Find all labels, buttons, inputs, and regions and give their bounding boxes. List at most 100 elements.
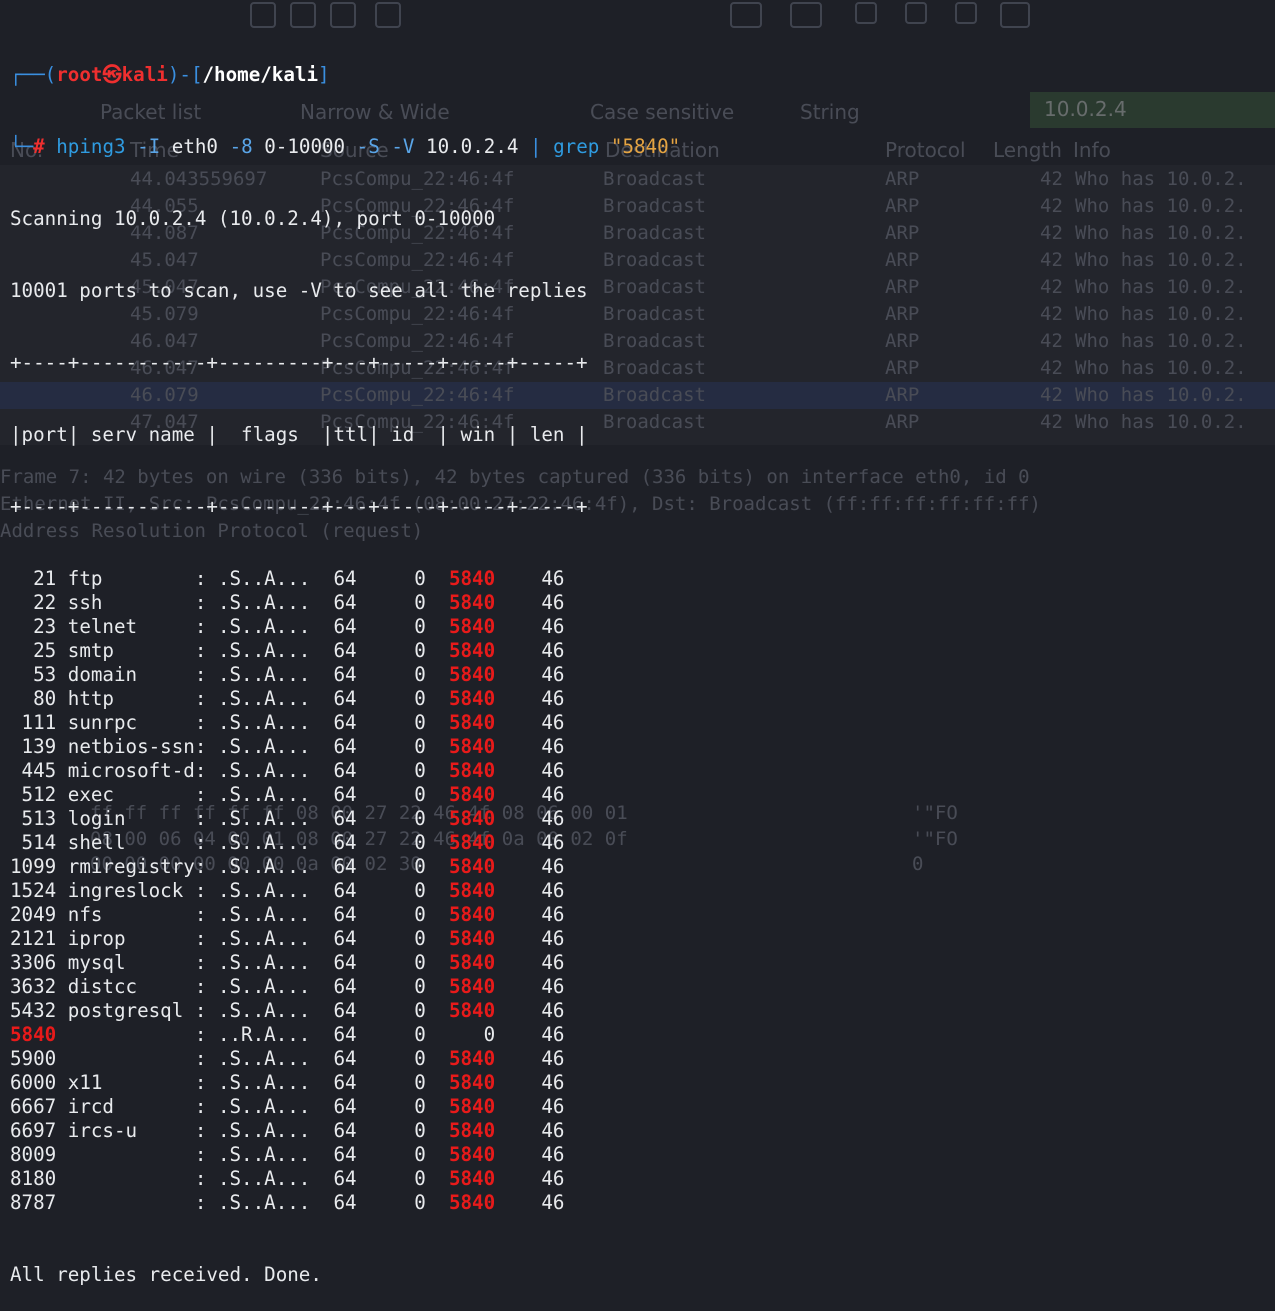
port-cell: 6667 <box>10 1095 57 1118</box>
id-cell: 0 <box>414 1023 426 1046</box>
ttl-cell: 64 <box>333 879 357 902</box>
prompt-user: root <box>56 63 103 86</box>
win-cell: 5840 <box>448 1095 496 1118</box>
table-row: 80 http: .S..A... 64 0 5840 46 <box>10 687 680 711</box>
id-cell: 0 <box>414 663 426 686</box>
table-row: 5900 : .S..A... 64 0 5840 46 <box>10 1047 565 1070</box>
id-cell: 0 <box>414 807 426 830</box>
filter-option: String <box>800 100 860 124</box>
table-border: +----+-----------+---------+---+-----+--… <box>10 495 588 518</box>
len-cell: 46 <box>541 999 565 1022</box>
flags-cell: .S..A... <box>217 831 311 854</box>
len-cell: 46 <box>541 951 565 974</box>
win-cell: 5840 <box>448 855 496 878</box>
table-row: 23 telnet: .S..A... 64 0 5840 46 <box>10 615 680 639</box>
command-flag: -I <box>137 135 161 158</box>
win-cell: 5840 <box>448 711 496 734</box>
toolbar-icon <box>730 2 762 28</box>
packet-length: 42 <box>1040 357 1063 379</box>
len-cell: 46 <box>541 711 565 734</box>
len-cell: 46 <box>541 591 565 614</box>
flags-cell: .S..A... <box>217 1167 311 1190</box>
service-cell: telnet <box>67 615 138 638</box>
command-line[interactable]: └─# hping3 -I eth0 -8 0-10000 -S -V 10.0… <box>10 135 680 159</box>
flags-cell: .S..A... <box>217 903 311 926</box>
port-cell: 512 <box>21 783 57 806</box>
packet-length: 42 <box>1040 411 1063 433</box>
service-cell: smtp <box>67 639 114 662</box>
win-cell: 5840 <box>448 567 496 590</box>
toolbar-icon <box>855 2 877 24</box>
packet-protocol: ARP <box>885 411 920 433</box>
id-cell: 0 <box>414 903 426 926</box>
len-cell: 46 <box>541 1071 565 1094</box>
hex-ascii: 0 <box>912 853 924 875</box>
id-cell: 0 <box>414 1047 426 1070</box>
len-cell: 46 <box>541 1119 565 1142</box>
id-cell: 0 <box>414 639 426 662</box>
id-cell: 0 <box>414 975 426 998</box>
column-header: Length <box>993 138 1062 162</box>
id-cell: 0 <box>414 1095 426 1118</box>
len-cell: 46 <box>541 1023 565 1046</box>
command-pattern: "5840" <box>610 135 681 158</box>
port-cell: 5840 <box>10 1023 57 1046</box>
port-cell: 445 <box>21 759 57 782</box>
len-cell: 46 <box>541 807 565 830</box>
service-cell: microsoft-d <box>67 759 195 782</box>
id-cell: 0 <box>414 879 426 902</box>
table-row: 3306 mysql: .S..A... 64 0 5840 46 <box>10 951 565 974</box>
ttl-cell: 64 <box>333 1071 357 1094</box>
ttl-cell: 64 <box>333 1191 357 1214</box>
service-cell: nfs <box>67 903 103 926</box>
service-cell: sunrpc <box>67 711 138 734</box>
table-row: 1099 rmiregistry: .S..A... 64 0 5840 46 <box>10 855 565 878</box>
terminal-output[interactable]: ┌──(root㉿kali)-[/home/kali] └─# hping3 -… <box>10 15 680 1311</box>
command-value: 10.0.2.4 <box>426 135 519 158</box>
win-cell: 5840 <box>448 759 496 782</box>
win-cell: 5840 <box>448 639 496 662</box>
service-cell: x11 <box>67 1071 103 1094</box>
packet-info: Who has 10.0.2. <box>1075 249 1247 271</box>
command-flag: -S <box>356 135 380 158</box>
port-cell: 3632 <box>10 975 57 998</box>
len-cell: 46 <box>541 1191 565 1214</box>
port-cell: 514 <box>21 831 57 854</box>
table-row: 6000 x11: .S..A... 64 0 5840 46 <box>10 1071 565 1094</box>
table-row: 53 domain: .S..A... 64 0 5840 46 <box>10 663 680 687</box>
port-cell: 21 <box>33 567 57 590</box>
port-cell: 80 <box>33 687 57 710</box>
len-cell: 46 <box>541 1047 565 1070</box>
hex-ascii: '"FO <box>912 828 958 850</box>
toolbar-icon <box>905 2 927 24</box>
win-cell: 5840 <box>448 831 496 854</box>
service-cell: rmiregistry <box>67 855 195 878</box>
flags-cell: ..R.A... <box>217 1023 311 1046</box>
table-row: 3632 distcc: .S..A... 64 0 5840 46 <box>10 975 565 998</box>
command-value: eth0 <box>171 135 218 158</box>
packet-protocol: ARP <box>885 384 920 406</box>
packet-length: 42 <box>1040 249 1063 271</box>
id-cell: 0 <box>414 759 426 782</box>
port-cell: 2049 <box>10 903 57 926</box>
toolbar-icon <box>1000 2 1030 28</box>
service-cell: netbios-ssn <box>67 735 195 758</box>
service-cell: ircs-u <box>67 1119 138 1142</box>
packet-protocol: ARP <box>885 249 920 271</box>
service-cell: mysql <box>67 951 126 974</box>
table-row: 445 microsoft-d: .S..A... 64 0 5840 46 <box>10 759 680 783</box>
ttl-cell: 64 <box>333 807 357 830</box>
len-cell: 46 <box>541 975 565 998</box>
len-cell: 46 <box>541 903 565 926</box>
flags-cell: .S..A... <box>217 879 311 902</box>
ttl-cell: 64 <box>333 927 357 950</box>
port-cell: 53 <box>33 663 57 686</box>
flags-cell: .S..A... <box>217 663 311 686</box>
flags-cell: .S..A... <box>217 639 311 662</box>
win-cell: 5840 <box>448 807 496 830</box>
win-cell: 5840 <box>448 663 496 686</box>
len-cell: 46 <box>541 567 565 590</box>
prompt-close: ] <box>318 63 330 86</box>
win-cell: 5840 <box>448 999 496 1022</box>
flags-cell: .S..A... <box>217 1095 311 1118</box>
